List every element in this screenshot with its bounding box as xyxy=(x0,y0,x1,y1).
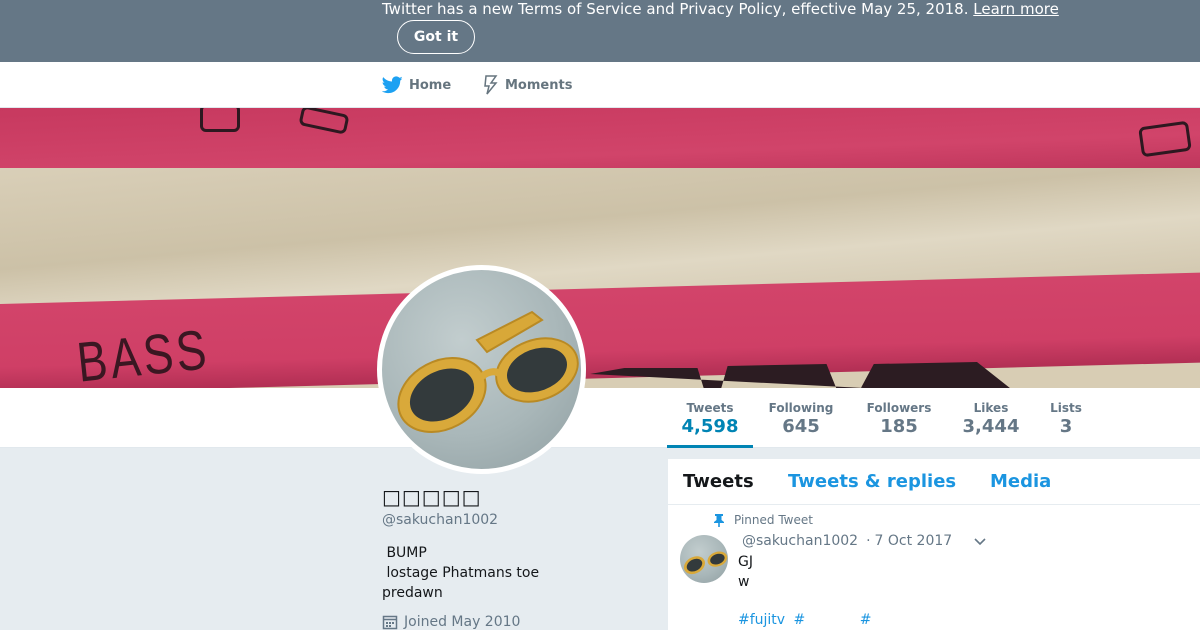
tweet-hashtags: #fujitv # # xyxy=(738,612,875,628)
policy-banner-text: Twitter has a new Terms of Service and P… xyxy=(382,0,1059,18)
tweet-avatar[interactable] xyxy=(680,535,728,583)
profile-stats-bar: Tweets 4,598 Following 645 Followers 185… xyxy=(0,388,1200,448)
stat-likes[interactable]: Likes 3,444 xyxy=(954,388,1028,448)
header-doodle xyxy=(200,108,240,132)
stat-likes-label: Likes xyxy=(973,401,1009,415)
stat-followers-value: 185 xyxy=(880,416,918,437)
tweet-text-line: w xyxy=(738,574,750,590)
tab-tweets[interactable]: Tweets xyxy=(683,471,754,492)
tweet-separator: · xyxy=(866,533,871,549)
profile-bio-line: lostage Phatmans toe xyxy=(382,565,540,581)
tweet-text-line: GJ xyxy=(738,554,753,570)
sunglasses-image xyxy=(397,310,579,433)
policy-banner: Twitter has a new Terms of Service and P… xyxy=(0,0,1200,62)
tab-tweets-and-replies[interactable]: Tweets & replies xyxy=(788,471,956,492)
stat-lists[interactable]: Lists 3 xyxy=(1042,388,1090,448)
timeline-tabs: Tweets Tweets & replies Media xyxy=(668,459,1200,505)
profile-avatar[interactable] xyxy=(377,265,586,474)
profile-bio-line: BUMP xyxy=(382,545,427,561)
tab-media[interactable]: Media xyxy=(990,471,1051,492)
top-nav: Home Moments xyxy=(0,62,1200,108)
hashtag-link[interactable]: #fujitv xyxy=(738,612,785,628)
learn-more-link[interactable]: Learn more xyxy=(973,0,1059,18)
nav-moments[interactable]: Moments xyxy=(482,62,572,108)
stat-following-value: 645 xyxy=(782,416,820,437)
stat-tweets-label: Tweets xyxy=(686,401,734,415)
hashtag-link[interactable]: # xyxy=(794,612,806,628)
stat-tweets[interactable]: Tweets 4,598 xyxy=(667,388,753,448)
pinned-tweet-label: Pinned Tweet xyxy=(734,513,813,527)
profile-bio: BUMP lostage Phatmans toe predawn xyxy=(382,543,632,603)
stat-lists-label: Lists xyxy=(1050,401,1082,415)
header-image-text: BASS xyxy=(74,317,213,388)
pinned-tweet[interactable]: Pinned Tweet @sakuchan1002 · 7 Oct 2017 … xyxy=(668,505,1200,630)
stat-followers[interactable]: Followers 185 xyxy=(858,388,940,448)
tweet-date[interactable]: 7 Oct 2017 xyxy=(875,533,953,549)
lightning-icon xyxy=(482,75,499,95)
policy-banner-message: Twitter has a new Terms of Service and P… xyxy=(382,0,969,18)
tweet-header: @sakuchan1002 · 7 Oct 2017 xyxy=(742,533,952,549)
hashtag-link[interactable]: # xyxy=(860,612,872,628)
profile-handle[interactable]: @sakuchan1002 xyxy=(382,512,498,528)
stat-tweets-value: 4,598 xyxy=(681,416,739,437)
sunglasses-image xyxy=(683,551,728,575)
pin-icon xyxy=(714,513,724,527)
stat-followers-label: Followers xyxy=(866,401,932,415)
nav-home-label: Home xyxy=(409,77,452,93)
tweet-handle[interactable]: @sakuchan1002 xyxy=(742,533,858,549)
got-it-button[interactable]: Got it xyxy=(397,20,475,54)
chevron-down-icon[interactable] xyxy=(972,533,988,549)
pinned-tweet-context: Pinned Tweet xyxy=(714,513,813,527)
stat-following[interactable]: Following 645 xyxy=(760,388,842,448)
profile-bio-line: predawn xyxy=(382,585,443,601)
timeline: Tweets Tweets & replies Media Pinned Twe… xyxy=(668,459,1200,630)
tweet-text: GJ w xyxy=(738,552,753,592)
twitter-bird-icon xyxy=(382,76,403,94)
stat-following-label: Following xyxy=(768,401,834,415)
profile-header-image[interactable]: BASS xyxy=(0,108,1200,388)
profile-name[interactable]: □□□□□ xyxy=(382,485,481,509)
profile-joined: Joined May 2010 xyxy=(382,614,520,630)
stat-likes-value: 3,444 xyxy=(962,416,1020,437)
nav-home[interactable]: Home xyxy=(382,62,451,108)
stat-lists-value: 3 xyxy=(1059,416,1073,437)
nav-moments-label: Moments xyxy=(505,77,573,93)
calendar-icon xyxy=(382,614,398,630)
profile-joined-text: Joined May 2010 xyxy=(404,614,521,630)
